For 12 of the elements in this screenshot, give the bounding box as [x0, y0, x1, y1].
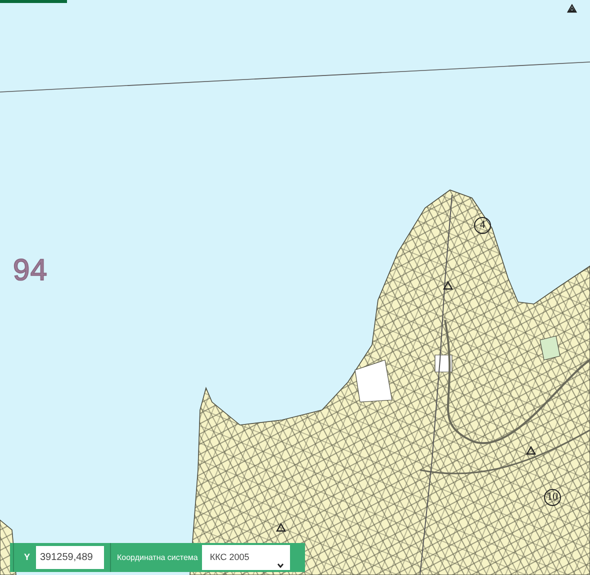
triangle-marker-icon: [567, 4, 577, 13]
triangle-marker-icon: [526, 446, 536, 455]
triangle-marker-icon: [443, 281, 453, 290]
coordinate-system-label: Координатна система: [117, 552, 198, 564]
axis-label: Y: [22, 550, 31, 564]
sheet-number-label: 94: [13, 256, 48, 286]
circled-number-label: 4: [474, 217, 491, 234]
caret-icon: [276, 563, 284, 568]
coordinate-input-field[interactable]: 391259,489: [36, 546, 104, 569]
circled-number-label: 10: [544, 489, 561, 506]
triangle-marker-icon: [276, 523, 286, 532]
coordinate-system-select[interactable]: ККС 2005: [202, 545, 290, 570]
